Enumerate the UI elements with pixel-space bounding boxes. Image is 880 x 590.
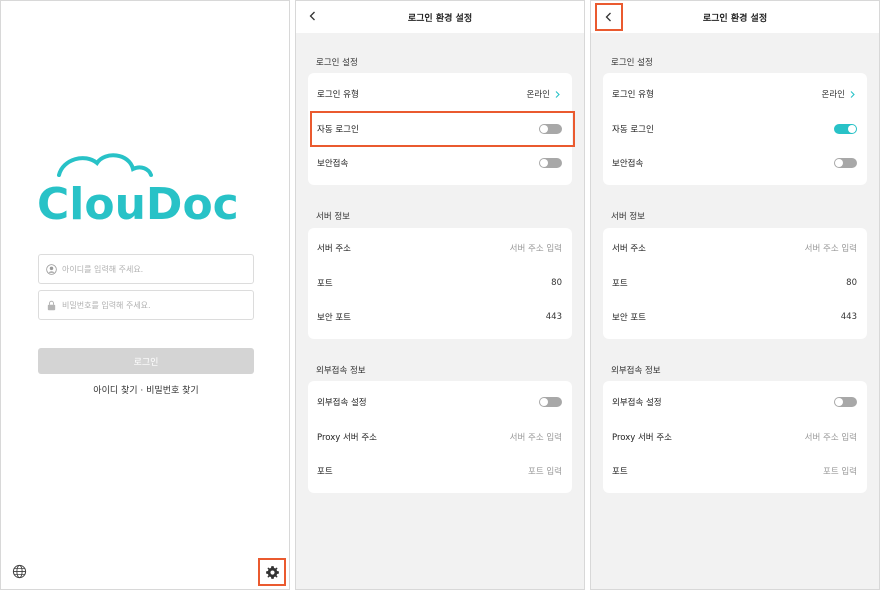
login-settings-screen-on: 로그인 환경 설정 로그인 설정 로그인 유형 온라인 자동 로그인 보안접속 … [590, 0, 880, 590]
login-type-row[interactable]: 로그인 유형 온라인 [308, 77, 572, 111]
external-setting-label: 외부접속 설정 [317, 398, 367, 408]
cloudoc-logo: ClouDoc [37, 151, 257, 231]
lock-icon [45, 299, 57, 311]
proxy-address-input[interactable]: 서버 주소 입력 [805, 431, 857, 443]
user-icon [45, 263, 57, 275]
login-settings-card: 로그인 유형 온라인 자동 로그인 보안접속 [603, 73, 867, 185]
server-address-input[interactable]: 서버 주소 입력 [805, 242, 857, 254]
login-type-value: 온라인 [526, 90, 550, 100]
auto-login-label: 자동 로그인 [317, 125, 359, 135]
secure-connect-row: 보안접속 [603, 146, 867, 180]
external-setting-toggle[interactable] [539, 397, 562, 407]
section-external-info: 외부접속 정보 [611, 366, 661, 376]
login-type-row[interactable]: 로그인 유형 온라인 [603, 77, 867, 111]
secure-port-row: 보안 포트 443 [308, 300, 572, 334]
id-input[interactable]: 아이디를 입력해 주세요. [38, 254, 254, 284]
page-title: 로그인 환경 설정 [407, 14, 473, 24]
external-info-card: 외부접속 설정 Proxy 서버 주소 서버 주소 입력 포트 포트 입력 [308, 381, 572, 493]
proxy-port-row: 포트 포트 입력 [308, 454, 572, 488]
section-server-info: 서버 정보 [316, 212, 350, 222]
top-bar: 로그인 환경 설정 [296, 1, 584, 33]
proxy-port-input[interactable]: 포트 입력 [823, 465, 857, 477]
server-address-label: 서버 주소 [317, 244, 351, 254]
server-info-card: 서버 주소 서버 주소 입력 포트 80 보안 포트 443 [603, 228, 867, 339]
proxy-address-row: Proxy 서버 주소 서버 주소 입력 [308, 420, 572, 454]
secure-port-row: 보안 포트 443 [603, 300, 867, 334]
logo-wordmark: ClouDoc [37, 179, 239, 230]
server-address-input[interactable]: 서버 주소 입력 [510, 242, 562, 254]
server-address-row: 서버 주소 서버 주소 입력 [308, 231, 572, 265]
external-setting-row: 외부접속 설정 [308, 385, 572, 419]
login-type-label: 로그인 유형 [612, 90, 654, 100]
external-info-card: 외부접속 설정 Proxy 서버 주소 서버 주소 입력 포트 포트 입력 [603, 381, 867, 493]
section-external-info: 외부접속 정보 [316, 366, 366, 376]
port-row: 포트 80 [603, 266, 867, 300]
globe-icon[interactable] [12, 564, 27, 579]
auto-login-row: 자동 로그인 [308, 112, 572, 146]
proxy-port-label: 포트 [317, 467, 333, 477]
chevron-right-icon [555, 90, 560, 98]
secure-port-input[interactable]: 443 [841, 312, 857, 322]
auto-login-row: 자동 로그인 [603, 112, 867, 146]
id-placeholder: 아이디를 입력해 주세요. [62, 264, 144, 274]
proxy-port-input[interactable]: 포트 입력 [528, 465, 562, 477]
find-id-password-link[interactable]: 아이디 찾기 · 비밀번호 찾기 [38, 383, 254, 396]
server-address-label: 서버 주소 [612, 244, 646, 254]
login-type-label: 로그인 유형 [317, 90, 359, 100]
top-bar: 로그인 환경 설정 [591, 1, 879, 33]
secure-port-label: 보안 포트 [612, 313, 646, 323]
login-settings-card: 로그인 유형 온라인 자동 로그인 보안접속 [308, 73, 572, 185]
port-label: 포트 [612, 279, 628, 289]
external-setting-toggle[interactable] [834, 397, 857, 407]
login-button[interactable]: 로그인 [38, 348, 254, 374]
proxy-port-row: 포트 포트 입력 [603, 454, 867, 488]
secure-connect-row: 보안접속 [308, 146, 572, 180]
port-input[interactable]: 80 [846, 278, 857, 288]
auto-login-toggle[interactable] [834, 124, 857, 134]
port-label: 포트 [317, 279, 333, 289]
settings-highlight [258, 558, 286, 586]
proxy-address-row: Proxy 서버 주소 서버 주소 입력 [603, 420, 867, 454]
proxy-address-input[interactable]: 서버 주소 입력 [510, 431, 562, 443]
proxy-port-label: 포트 [612, 467, 628, 477]
password-placeholder: 비밀번호를 입력해 주세요. [62, 300, 151, 310]
secure-connect-label: 보안접속 [317, 159, 349, 169]
page-title: 로그인 환경 설정 [702, 14, 768, 24]
section-login-settings: 로그인 설정 [611, 58, 653, 68]
login-screen: ClouDoc 아이디를 입력해 주세요. 비밀번호를 입력해 주세요. 로그인… [0, 0, 290, 590]
external-setting-row: 외부접속 설정 [603, 385, 867, 419]
auto-login-label: 자동 로그인 [612, 125, 654, 135]
secure-connect-toggle[interactable] [834, 158, 857, 168]
login-type-value: 온라인 [821, 90, 845, 100]
secure-connect-toggle[interactable] [539, 158, 562, 168]
chevron-right-icon [850, 90, 855, 98]
secure-port-input[interactable]: 443 [546, 312, 562, 322]
port-row: 포트 80 [308, 266, 572, 300]
server-info-card: 서버 주소 서버 주소 입력 포트 80 보안 포트 443 [308, 228, 572, 339]
secure-port-label: 보안 포트 [317, 313, 351, 323]
external-setting-label: 외부접속 설정 [612, 398, 662, 408]
secure-connect-label: 보안접속 [612, 159, 644, 169]
proxy-address-label: Proxy 서버 주소 [317, 433, 377, 443]
server-address-row: 서버 주소 서버 주소 입력 [603, 231, 867, 265]
gear-icon[interactable] [265, 565, 280, 580]
password-input[interactable]: 비밀번호를 입력해 주세요. [38, 290, 254, 320]
login-settings-screen-off: 로그인 환경 설정 로그인 설정 로그인 유형 온라인 자동 로그인 보안접속 … [295, 0, 585, 590]
section-login-settings: 로그인 설정 [316, 58, 358, 68]
proxy-address-label: Proxy 서버 주소 [612, 433, 672, 443]
auto-login-toggle[interactable] [539, 124, 562, 134]
section-server-info: 서버 정보 [611, 212, 645, 222]
port-input[interactable]: 80 [551, 278, 562, 288]
